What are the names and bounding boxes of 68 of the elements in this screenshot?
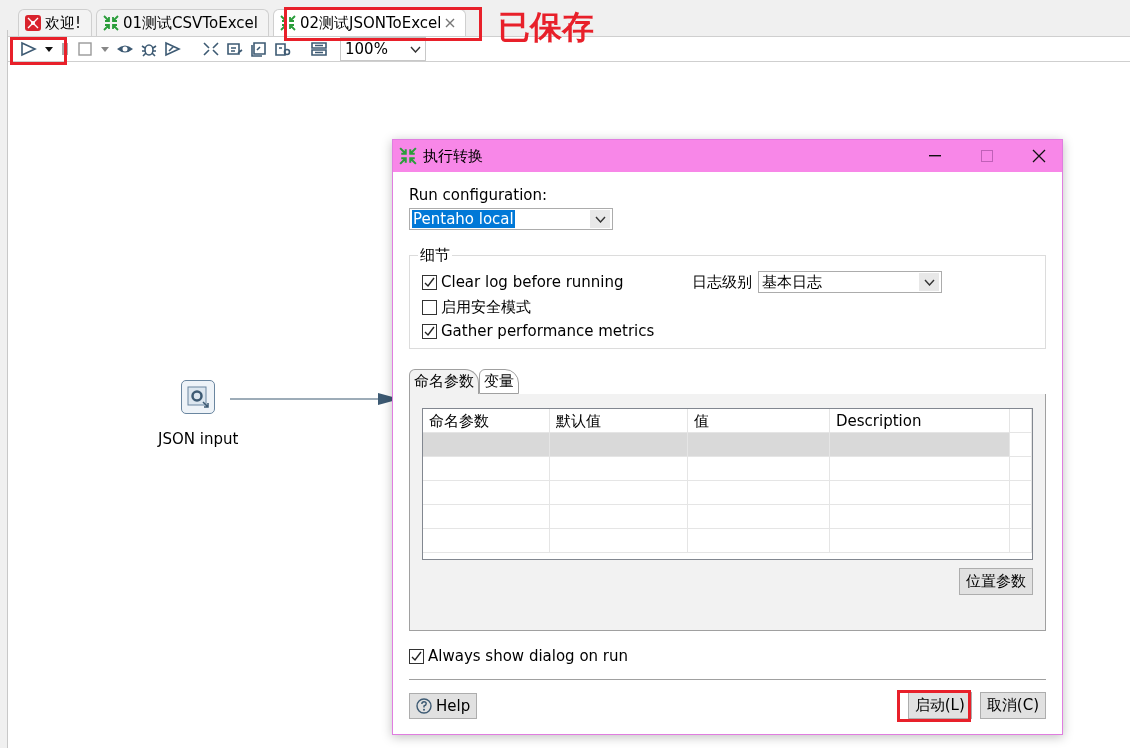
minimize-icon [929, 155, 941, 157]
table-cell[interactable] [688, 481, 830, 505]
play-icon[interactable] [164, 41, 182, 57]
json-input-icon [186, 385, 211, 409]
table-cell[interactable] [550, 481, 688, 505]
option-label[interactable]: Gather performance metrics [422, 322, 692, 340]
editor-tab[interactable]: 欢迎! [18, 9, 92, 36]
table-cell[interactable] [550, 457, 688, 481]
pause-icon[interactable] [60, 41, 70, 57]
table-cell[interactable] [423, 457, 550, 481]
arrows-in-icon [103, 15, 119, 31]
arrows-in-icon [399, 147, 417, 165]
checkbox[interactable] [422, 323, 437, 339]
checkbox[interactable] [409, 648, 424, 664]
close-icon[interactable] [445, 18, 456, 28]
dialog-tab[interactable]: 变量 [479, 369, 519, 394]
dialog-title: 执行转换 [423, 146, 484, 166]
table-cell[interactable] [830, 505, 1010, 529]
zoom-dropdown[interactable]: 100% [340, 37, 426, 61]
table-cell[interactable] [830, 433, 1010, 457]
cancel-button[interactable]: 取消(C) [979, 692, 1046, 719]
table-cell[interactable] [688, 529, 830, 553]
log-level-dropdown[interactable]: 基本日志 [758, 271, 942, 293]
arrows-in-icon[interactable] [202, 41, 220, 57]
logo-icon [25, 15, 41, 31]
table-cell[interactable] [423, 433, 550, 457]
dialog-tab[interactable]: 命名参数 [409, 369, 479, 394]
group-title: 细节 [419, 246, 451, 265]
step-node[interactable] [181, 380, 216, 414]
field-label: Run configuration: [409, 186, 549, 204]
highlight-frame [10, 37, 67, 65]
arrows-in-icon [279, 15, 296, 31]
chevron-down-icon [594, 215, 606, 223]
help-button[interactable]: Help [409, 692, 478, 719]
table-cell[interactable] [423, 505, 550, 529]
editor-tab[interactable]: 01测试CSVToExcel [96, 9, 269, 36]
option-label[interactable]: Clear log before running [422, 271, 692, 293]
annotation-text: 已保存 [498, 7, 594, 48]
table-cell[interactable] [688, 505, 830, 529]
editor-tab[interactable]: 02测试JSONToExcel [272, 9, 467, 36]
table-cell[interactable] [688, 433, 830, 457]
run-configuration-dropdown[interactable]: Pentaho local [409, 208, 613, 230]
table-cell[interactable] [688, 457, 830, 481]
table-cell[interactable] [423, 481, 550, 505]
table-cell[interactable] [830, 481, 1010, 505]
table-cell[interactable] [550, 505, 688, 529]
close-icon [1032, 149, 1046, 163]
table-cell[interactable] [830, 457, 1010, 481]
bug-icon[interactable] [140, 41, 158, 57]
field-label: 日志级别 [692, 272, 752, 292]
table-cell[interactable] [830, 529, 1010, 553]
launch-button[interactable]: 启动(L) [907, 692, 972, 719]
chevron-down-icon [410, 45, 421, 53]
maximize-icon [981, 150, 993, 162]
table-cell[interactable] [550, 433, 688, 457]
position-params-button[interactable]: 位置参数 [959, 568, 1033, 595]
stop-icon[interactable] [76, 41, 94, 57]
layout-icon[interactable] [310, 41, 328, 57]
table-cell[interactable] [550, 529, 688, 553]
option-label[interactable]: Always show dialog on run [409, 647, 1046, 665]
option-label[interactable]: 启用安全模式 [422, 298, 692, 317]
checkbox[interactable] [422, 274, 437, 290]
chevron-down-icon [923, 278, 935, 286]
table-cell[interactable] [423, 529, 550, 553]
help-icon [416, 697, 432, 714]
checkbox[interactable] [422, 300, 437, 315]
play-icon[interactable] [20, 41, 38, 57]
step-label: JSON input [158, 430, 239, 448]
